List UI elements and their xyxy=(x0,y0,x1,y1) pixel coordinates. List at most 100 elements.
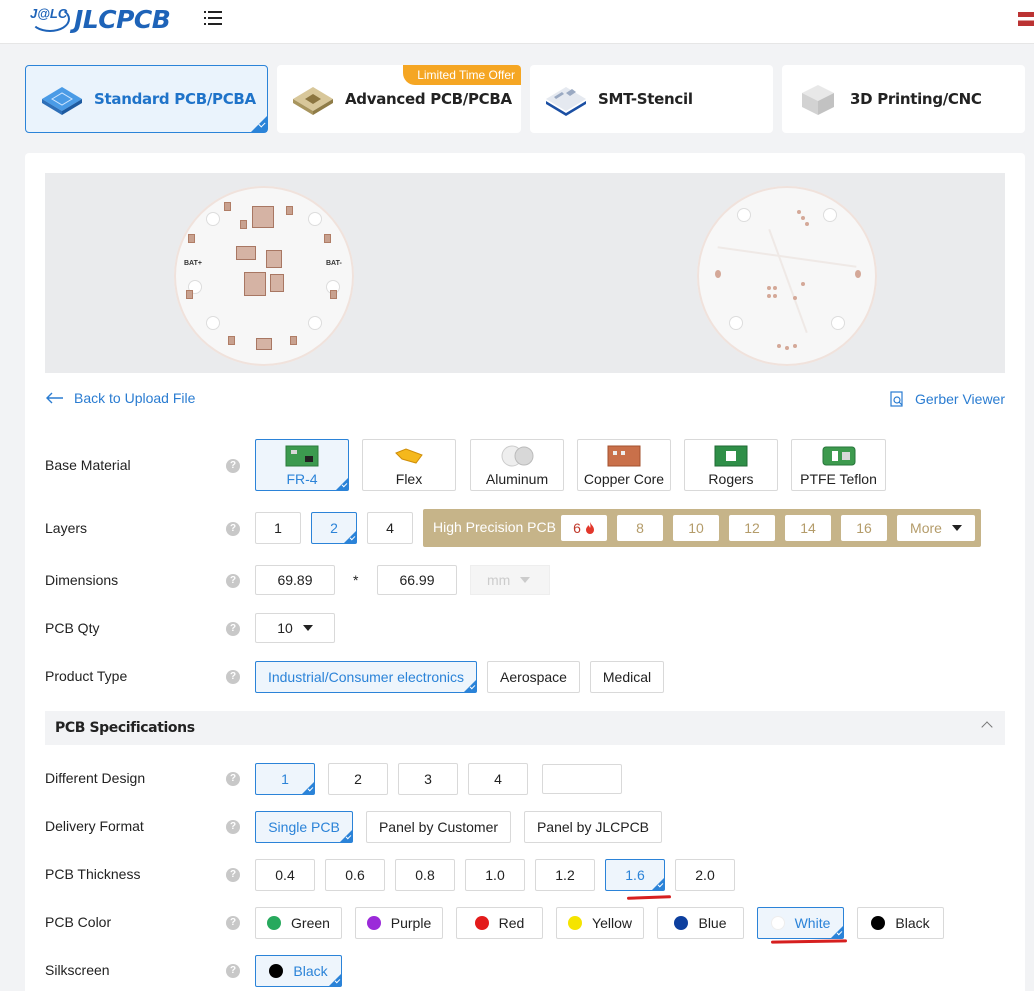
product-type-label: Product Type xyxy=(45,668,128,684)
material-label: PTFE Teflon xyxy=(800,471,877,487)
delivery-panel-by-jlcpcb[interactable]: Panel by JLCPCB xyxy=(524,811,662,843)
top-header: J@LC JLCPCB xyxy=(0,0,1034,44)
color-purple[interactable]: Purple xyxy=(355,907,443,939)
help-icon[interactable]: ? xyxy=(226,622,240,636)
hot-fire-icon xyxy=(585,522,594,534)
gerber-viewer-link[interactable]: Gerber Viewer xyxy=(889,391,1005,407)
qty-select[interactable]: 10 xyxy=(255,613,335,643)
help-icon[interactable]: ? xyxy=(226,916,240,930)
pcb-specifications-section[interactable]: PCB Specifications xyxy=(45,711,1005,745)
material-aluminum[interactable]: Aluminum xyxy=(470,439,564,491)
design-option-2[interactable]: 2 xyxy=(328,763,388,795)
help-icon[interactable]: ? xyxy=(226,574,240,588)
fr4-board-icon xyxy=(285,445,319,467)
color-green[interactable]: Green xyxy=(255,907,342,939)
high-precision-pcb-bar: High Precision PCB 6 8 10 12 14 16 More xyxy=(423,509,981,547)
color-swatch xyxy=(871,916,886,930)
layer-option-2[interactable]: 2 xyxy=(311,512,357,544)
tab-label: Standard PCB/PCBA xyxy=(94,90,256,108)
help-icon[interactable]: ? xyxy=(226,820,240,834)
chevron-up-icon[interactable] xyxy=(981,721,993,733)
flex-board-icon xyxy=(395,448,423,464)
caret-down-icon xyxy=(302,625,313,631)
design-option-4[interactable]: 4 xyxy=(468,763,528,795)
thickness-1-0[interactable]: 1.0 xyxy=(465,859,525,891)
color-blue[interactable]: Blue xyxy=(657,907,744,939)
tab-3d-printing[interactable]: 3D Printing/CNC xyxy=(782,65,1025,133)
color-red[interactable]: Red xyxy=(456,907,543,939)
thickness-0-6[interactable]: 0.6 xyxy=(325,859,385,891)
material-ptfe-teflon[interactable]: PTFE Teflon xyxy=(791,439,886,491)
unit-label: mm xyxy=(487,572,511,588)
tab-standard-pcb[interactable]: Standard PCB/PCBA xyxy=(25,65,268,133)
logo-text: JLCPCB xyxy=(74,4,171,34)
design-option-3[interactable]: 3 xyxy=(398,763,458,795)
material-label: FR-4 xyxy=(286,471,318,487)
material-rogers[interactable]: Rogers xyxy=(684,439,778,491)
help-icon[interactable]: ? xyxy=(226,964,240,978)
help-icon[interactable]: ? xyxy=(226,522,240,536)
product-type-industrial[interactable]: Industrial/Consumer electronics xyxy=(255,661,477,693)
layer-option-6[interactable]: 6 xyxy=(561,515,607,541)
layer-option-4[interactable]: 4 xyxy=(367,512,413,544)
back-to-upload-link[interactable]: Back to Upload File xyxy=(45,390,195,406)
tab-label: 3D Printing/CNC xyxy=(850,90,982,108)
more-layers-dropdown[interactable]: More xyxy=(897,515,975,541)
hamburger-menu-icon[interactable] xyxy=(204,11,222,27)
thickness-1-6[interactable]: 1.6 xyxy=(605,859,665,891)
design-custom-input[interactable] xyxy=(542,764,622,794)
layer-option-16[interactable]: 16 xyxy=(841,515,887,541)
more-label: More xyxy=(910,520,942,536)
tab-smt-stencil[interactable]: SMT-Stencil xyxy=(530,65,773,133)
color-swatch xyxy=(366,916,381,930)
silkscreen-black[interactable]: Black xyxy=(255,955,342,987)
rogers-board-icon xyxy=(714,445,748,467)
color-label-text: Yellow xyxy=(592,915,632,931)
different-design-label: Different Design xyxy=(45,770,146,786)
color-label-text: Purple xyxy=(390,915,432,931)
color-white[interactable]: White xyxy=(757,907,844,939)
jlcpcb-logo[interactable]: J@LC JLCPCB xyxy=(28,2,171,36)
thickness-0-8[interactable]: 0.8 xyxy=(395,859,455,891)
help-icon[interactable]: ? xyxy=(226,772,240,786)
delivery-single-pcb[interactable]: Single PCB xyxy=(255,811,353,843)
help-icon[interactable]: ? xyxy=(226,670,240,684)
pcb-bottom-view xyxy=(697,186,877,366)
layer-option-12[interactable]: 12 xyxy=(729,515,775,541)
gerber-link-label: Gerber Viewer xyxy=(915,391,1006,407)
design-option-1[interactable]: 1 xyxy=(255,763,315,795)
dimension-x-input[interactable]: 69.89 xyxy=(255,565,335,595)
silkscreen-value: Black xyxy=(293,963,328,979)
delivery-panel-by-customer[interactable]: Panel by Customer xyxy=(366,811,511,843)
material-flex[interactable]: Flex xyxy=(362,439,456,491)
product-type-medical[interactable]: Medical xyxy=(590,661,664,693)
layer-option-8[interactable]: 8 xyxy=(617,515,663,541)
thickness-1-2[interactable]: 1.2 xyxy=(535,859,595,891)
color-label-text: Blue xyxy=(698,915,727,931)
language-flag-icon[interactable] xyxy=(1018,12,1034,26)
standard-pcb-icon xyxy=(42,87,82,115)
help-icon[interactable]: ? xyxy=(226,868,240,882)
tab-advanced-pcb[interactable]: Advanced PCB/PCBA Limited Time Offer xyxy=(277,65,521,133)
material-fr4[interactable]: FR-4 xyxy=(255,439,349,491)
thickness-2-0[interactable]: 2.0 xyxy=(675,859,735,891)
help-icon[interactable]: ? xyxy=(226,459,240,473)
dimension-y-input[interactable]: 66.99 xyxy=(377,565,457,595)
color-swatch xyxy=(568,916,583,930)
gerber-viewer-icon xyxy=(890,391,903,407)
color-yellow[interactable]: Yellow xyxy=(556,907,644,939)
material-copper-core[interactable]: Copper Core xyxy=(577,439,671,491)
high-precision-title: High Precision PCB xyxy=(433,519,556,535)
layer-option-14[interactable]: 14 xyxy=(785,515,831,541)
material-label: Aluminum xyxy=(485,471,549,487)
dimension-separator: * xyxy=(353,572,359,588)
color-black[interactable]: Black xyxy=(857,907,944,939)
unit-select: mm xyxy=(470,565,550,595)
color-label-text: Green xyxy=(291,915,330,931)
layer-option-1[interactable]: 1 xyxy=(255,512,301,544)
aluminum-board-icon xyxy=(501,445,534,467)
product-type-aerospace[interactable]: Aerospace xyxy=(487,661,580,693)
qty-label: PCB Qty xyxy=(45,620,100,636)
layer-option-10[interactable]: 10 xyxy=(673,515,719,541)
thickness-0-4[interactable]: 0.4 xyxy=(255,859,315,891)
